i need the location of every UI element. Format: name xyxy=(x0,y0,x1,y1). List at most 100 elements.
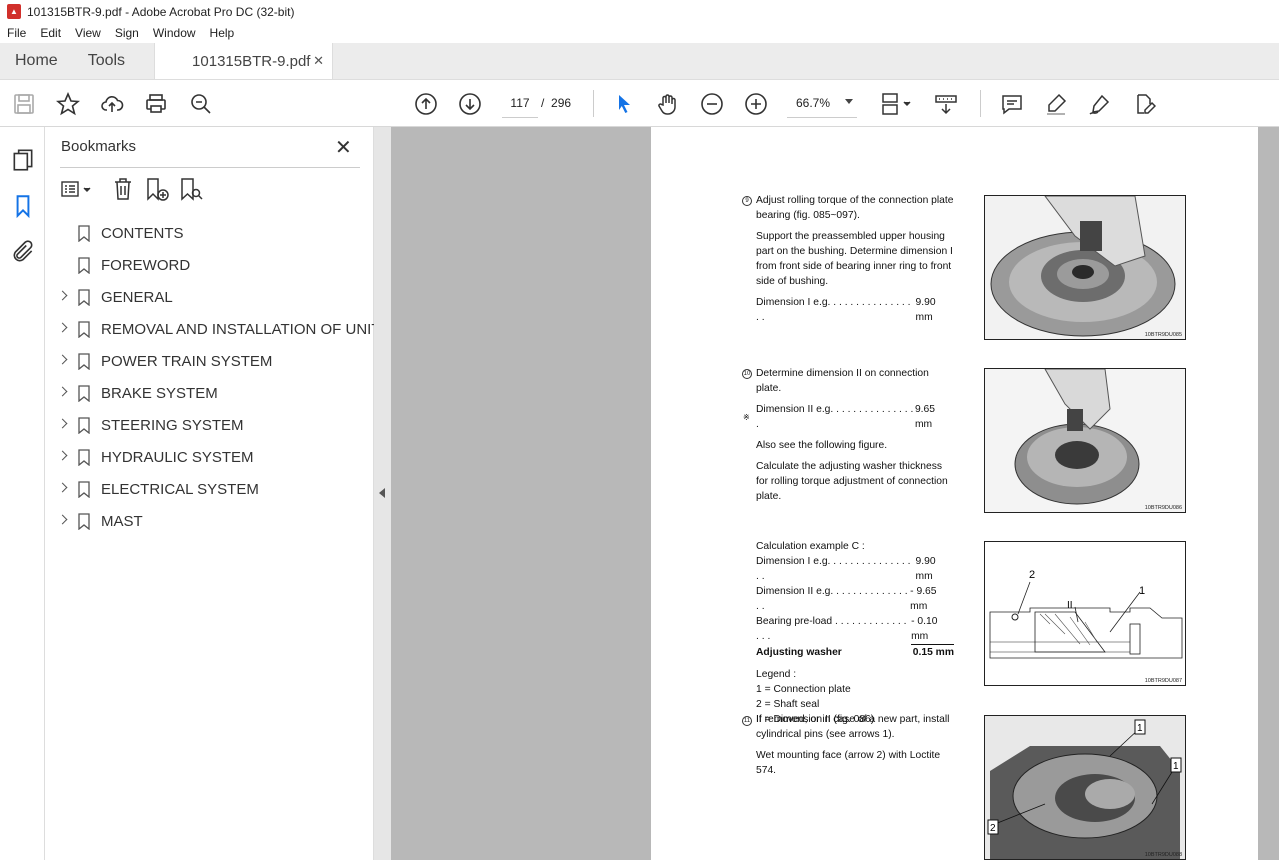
step-9-heading: Adjust rolling torque of the connection … xyxy=(756,195,954,221)
housing-pins-photo: 1 1 2 xyxy=(985,716,1185,859)
bookmark-item[interactable]: STEERING SYSTEM xyxy=(45,410,374,442)
edit-pdf-icon[interactable] xyxy=(1131,91,1157,117)
callout-2: 2 xyxy=(990,823,996,834)
dimension-i-label: Dimension I e.g. . . . . . . . . . . . .… xyxy=(756,297,911,323)
menu-view[interactable]: View xyxy=(68,26,108,40)
scroll-mode-icon[interactable] xyxy=(933,91,959,117)
bookmark-item[interactable]: REMOVAL AND INSTALLATION OF UNIT xyxy=(45,314,381,346)
callout-1: 1 xyxy=(1173,761,1179,772)
print-icon[interactable] xyxy=(143,91,169,117)
new-bookmark-icon[interactable] xyxy=(144,177,170,203)
chevron-right-icon[interactable] xyxy=(57,322,68,333)
draw-sign-icon[interactable] xyxy=(1087,91,1113,117)
step-10-paragraph: Calculate the adjusting washer thickness… xyxy=(756,461,948,502)
calc-row-2-label: Dimension II e.g. . . . . . . . . . . . … xyxy=(756,586,908,612)
chevron-right-icon[interactable] xyxy=(57,482,68,493)
figure-088: 1 1 2 10BTR9DU088 xyxy=(984,715,1186,860)
chevron-right-icon[interactable] xyxy=(57,418,68,429)
menu-bar: File Edit View Sign Window Help xyxy=(0,23,1279,43)
step-number-9: 9 xyxy=(742,196,752,206)
bookmark-icon xyxy=(78,225,90,242)
bookmark-item[interactable]: MAST xyxy=(45,506,374,538)
bookmark-label: CONTENTS xyxy=(101,225,184,242)
chevron-right-icon[interactable] xyxy=(57,514,68,525)
upload-cloud-icon[interactable] xyxy=(99,91,125,117)
tab-home[interactable]: Home xyxy=(0,43,73,79)
bookmark-list: CONTENTS FOREWORD GENERAL REMOVAL AND INSTA… xyxy=(45,218,381,538)
tab-document-label: 101315BTR-9.pdf xyxy=(192,52,311,70)
bookmark-item[interactable]: POWER TRAIN SYSTEM xyxy=(45,346,374,378)
callout-ii: II xyxy=(1067,600,1073,611)
bookmark-label: GENERAL xyxy=(101,289,173,306)
page-layout-icon[interactable] xyxy=(878,91,914,117)
pages-thumbnail-icon[interactable] xyxy=(10,147,36,173)
highlight-pen-icon[interactable] xyxy=(1043,91,1069,117)
calc-row-4: Adjusting washer 0.15 mm xyxy=(756,645,954,660)
page-separator: / xyxy=(541,96,545,110)
star-icon[interactable] xyxy=(55,91,81,117)
bookmark-item[interactable]: BRAKE SYSTEM xyxy=(45,378,374,410)
calc-row-2-value: - 9.65 mm xyxy=(910,586,937,612)
calc-row-3: Bearing pre-load . . . . . . . . . . . .… xyxy=(756,614,954,645)
bookmark-panel-icon[interactable] xyxy=(10,193,36,219)
bookmark-icon xyxy=(78,513,90,530)
select-cursor-icon[interactable] xyxy=(611,91,637,117)
zoom-search-icon[interactable] xyxy=(188,91,214,117)
note-mark: ※ xyxy=(743,413,750,422)
tab-tools[interactable]: Tools xyxy=(73,43,140,79)
menu-edit[interactable]: Edit xyxy=(33,26,68,40)
calc-row-2: Dimension II e.g. . . . . . . . . . . . … xyxy=(756,584,954,614)
zoom-level-value: 66.7% xyxy=(796,95,831,110)
chevron-right-icon[interactable] xyxy=(57,290,68,301)
menu-file[interactable]: File xyxy=(0,26,33,40)
next-page-icon[interactable] xyxy=(457,91,483,117)
close-tab-icon[interactable]: ✕ xyxy=(313,53,324,69)
bookmark-item[interactable]: CONTENTS xyxy=(45,218,374,250)
bookmarks-panel: Bookmarks ✕ CONTENTS FOREWORD GENERAL REMOV… xyxy=(45,127,381,860)
zoom-in-icon[interactable] xyxy=(743,91,769,117)
close-panel-icon[interactable]: ✕ xyxy=(335,135,352,160)
bookmark-icon xyxy=(78,321,90,338)
save-icon[interactable] xyxy=(11,91,37,117)
bookmark-icon xyxy=(78,449,90,466)
figure-code: 10BTR9DU086 xyxy=(1144,505,1182,511)
menu-sign[interactable]: Sign xyxy=(108,26,146,40)
step-9-text: Adjust rolling torque of the connection … xyxy=(756,193,954,325)
step-10-text: Determine dimension II on connection pla… xyxy=(756,366,954,504)
legend-item: 1 = Connection plate xyxy=(756,684,851,695)
zoom-out-icon[interactable] xyxy=(699,91,725,117)
connection-plate-photo xyxy=(985,369,1185,512)
callout-1: 1 xyxy=(1137,723,1143,734)
previous-page-icon[interactable] xyxy=(413,91,439,117)
attachment-paperclip-icon[interactable] xyxy=(10,239,36,265)
delete-bookmark-icon[interactable] xyxy=(112,177,134,201)
acrobat-pdf-icon: ▲ xyxy=(7,4,21,19)
chevron-right-icon[interactable] xyxy=(57,354,68,365)
menu-window[interactable]: Window xyxy=(146,26,203,40)
calc-row-3-value: - 0.10 mm xyxy=(911,614,954,645)
step-number-10: 10 xyxy=(742,369,752,379)
tab-document[interactable]: 101315BTR-9.pdf ✕ xyxy=(154,43,334,79)
bookmark-icon xyxy=(78,417,90,434)
total-pages: 296 xyxy=(551,96,572,110)
figure-086: 10BTR9DU086 xyxy=(984,368,1186,513)
bookmark-item[interactable]: ELECTRICAL SYSTEM xyxy=(45,474,374,506)
bookmark-icon xyxy=(78,289,90,306)
comment-icon[interactable] xyxy=(999,91,1025,117)
find-bookmark-icon[interactable] xyxy=(178,177,204,203)
bookmark-item[interactable]: FOREWORD xyxy=(45,250,374,282)
window-title: 101315BTR-9.pdf - Adobe Acrobat Pro DC (… xyxy=(27,4,295,19)
zoom-level-select[interactable]: 66.7% xyxy=(787,88,857,118)
bookmark-item[interactable]: HYDRAULIC SYSTEM xyxy=(45,442,374,474)
collapse-panel-arrow-icon[interactable] xyxy=(379,488,385,498)
chevron-right-icon[interactable] xyxy=(57,450,68,461)
bookmark-icon xyxy=(78,385,90,402)
chevron-down-icon xyxy=(845,99,853,104)
legend-title: Legend : xyxy=(756,669,797,680)
page-number-input[interactable]: 117 xyxy=(502,88,538,118)
menu-help[interactable]: Help xyxy=(203,26,242,40)
bookmark-options-icon[interactable] xyxy=(60,179,94,201)
bookmark-item[interactable]: GENERAL xyxy=(45,282,374,314)
chevron-right-icon[interactable] xyxy=(57,386,68,397)
hand-tool-icon[interactable] xyxy=(655,91,681,117)
